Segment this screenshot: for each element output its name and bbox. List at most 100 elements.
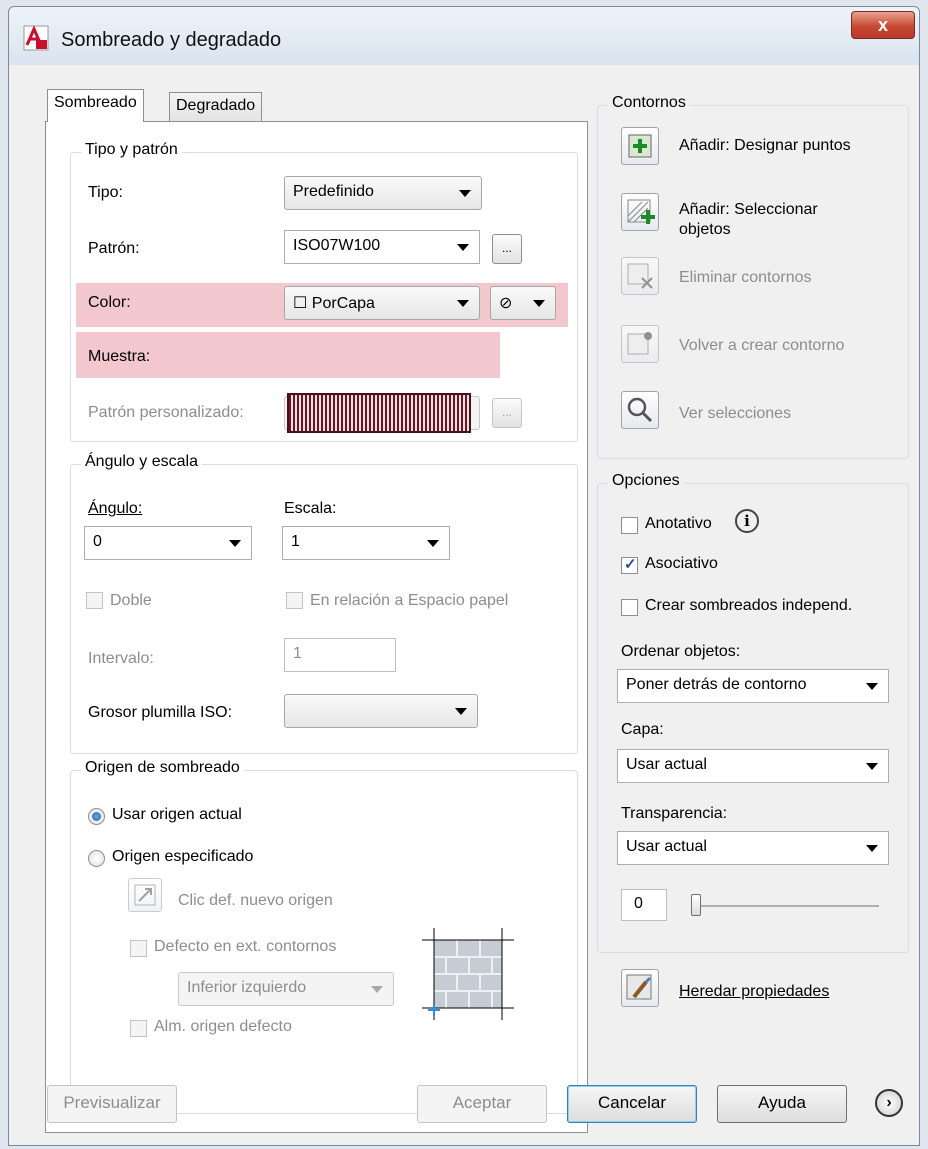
- asociativo-checkbox[interactable]: ✓: [621, 556, 638, 574]
- add-select-objects-glyph: [627, 199, 655, 224]
- recreate-boundary-label[interactable]: Volver a crear contorno: [679, 337, 844, 355]
- capa-label: Capa:: [621, 721, 664, 738]
- paintbrush-glyph: [626, 974, 652, 1000]
- window-title: Sombreado y degradado: [61, 29, 282, 51]
- ordenar-objetos-value: Poner detrás de contorno: [626, 676, 807, 693]
- angulo-label: Ángulo:: [88, 500, 143, 517]
- escala-value: 1: [291, 533, 300, 550]
- defecto-contornos-label: Defecto en ext. contornos: [154, 938, 337, 955]
- tipo-value: Predefinido: [293, 183, 374, 200]
- group-opciones: Opciones: [597, 472, 909, 953]
- tab-degradado[interactable]: Degradado: [169, 92, 263, 122]
- patron-dropdown[interactable]: ISO07W100: [284, 230, 480, 264]
- pattern-sample-swatch[interactable]: [287, 393, 471, 433]
- view-selections-label[interactable]: Ver selecciones: [679, 405, 791, 423]
- cancelar-button[interactable]: Cancelar: [567, 1085, 697, 1123]
- background-color-dropdown[interactable]: ⊘: [490, 286, 556, 320]
- view-selections-icon[interactable]: [621, 391, 659, 429]
- color-label: Color:: [88, 294, 131, 311]
- expand-options-icon[interactable]: ›: [875, 1089, 903, 1117]
- posicion-origen-value: Inferior izquierdo: [187, 979, 307, 996]
- color-value: PorCapa: [311, 295, 375, 312]
- ordenar-objetos-dropdown[interactable]: Poner detrás de contorno: [617, 669, 889, 703]
- add-select-objects-label[interactable]: Añadir: Seleccionar: [679, 201, 818, 219]
- group-label: Opciones: [608, 472, 684, 490]
- intervalo-input[interactable]: 1: [284, 638, 396, 672]
- add-select-objects-label-line2[interactable]: objetos: [679, 221, 731, 239]
- espacio-papel-checkbox[interactable]: [286, 592, 303, 609]
- usar-origen-actual-radio[interactable]: [88, 808, 105, 825]
- transparencia-label: Transparencia:: [621, 805, 728, 822]
- add-pick-points-glyph: [628, 134, 652, 158]
- asociativo-label: Asociativo: [645, 555, 718, 572]
- crear-independ-checkbox[interactable]: [621, 599, 638, 616]
- remove-boundaries-label[interactable]: Eliminar contornos: [679, 269, 812, 287]
- chevron-down-icon: [229, 540, 241, 547]
- color-swatch-icon: ☐: [293, 295, 308, 312]
- defecto-contornos-checkbox[interactable]: [130, 940, 147, 957]
- inherit-properties-icon[interactable]: [621, 969, 659, 1007]
- patron-browse-button[interactable]: ...: [492, 234, 522, 264]
- tipo-dropdown[interactable]: Predefinido: [284, 176, 482, 210]
- chevron-down-icon: [427, 540, 439, 547]
- remove-boundaries-icon[interactable]: [621, 257, 659, 295]
- set-origin-glyph: [134, 884, 156, 906]
- transparencia-level-input[interactable]: 0: [621, 889, 667, 921]
- angulo-dropdown[interactable]: 0: [84, 526, 252, 560]
- escala-dropdown[interactable]: 1: [282, 526, 450, 560]
- chevron-down-icon: [459, 190, 471, 197]
- alm-origen-checkbox[interactable]: [130, 1020, 147, 1037]
- previsualizar-button[interactable]: Previsualizar: [47, 1085, 177, 1123]
- tab-panel-sombreado: Tipo y patrón Tipo: Predefinido Patrón: …: [45, 121, 588, 1133]
- info-icon[interactable]: i: [735, 509, 759, 533]
- add-select-objects-icon[interactable]: [621, 193, 659, 231]
- add-pick-points-icon[interactable]: [621, 127, 659, 165]
- chevron-down-icon: [371, 986, 383, 993]
- ordenar-objetos-label: Ordenar objetos:: [621, 643, 741, 660]
- remove-boundaries-glyph: [627, 263, 653, 289]
- chevron-down-icon: [533, 300, 545, 307]
- intervalo-label: Intervalo:: [88, 650, 154, 667]
- anotativo-checkbox[interactable]: [621, 517, 638, 534]
- usar-origen-actual-label: Usar origen actual: [112, 806, 242, 823]
- magnifier-glyph: [627, 397, 653, 423]
- transparencia-slider-track[interactable]: [699, 905, 879, 907]
- chevron-down-icon: [455, 708, 467, 715]
- recreate-boundary-glyph: [627, 332, 652, 355]
- capa-value: Usar actual: [626, 756, 707, 773]
- close-button[interactable]: x: [851, 11, 915, 39]
- chevron-down-icon: [866, 683, 878, 690]
- transparencia-value: Usar actual: [626, 838, 707, 855]
- ayuda-button[interactable]: Ayuda: [717, 1085, 847, 1123]
- patron-label: Patrón:: [88, 240, 140, 257]
- posicion-origen-dropdown[interactable]: Inferior izquierdo: [178, 972, 394, 1006]
- aceptar-button[interactable]: Aceptar: [417, 1085, 547, 1123]
- autocad-app-icon: [23, 25, 49, 51]
- patron-personalizado-browse-button[interactable]: ...: [492, 398, 522, 428]
- group-label: Origen de sombreado: [81, 759, 244, 777]
- color-dropdown[interactable]: ☐ PorCapa: [284, 286, 480, 320]
- escala-label: Escala:: [284, 500, 337, 517]
- group-label: Tipo y patrón: [81, 141, 182, 159]
- alm-origen-label: Alm. origen defecto: [154, 1018, 292, 1035]
- crear-independ-label: Crear sombreados independ.: [645, 597, 853, 614]
- doble-checkbox[interactable]: [86, 592, 103, 609]
- set-origin-icon[interactable]: [128, 878, 162, 912]
- chevron-down-icon: [457, 300, 469, 307]
- title-bar: Sombreado y degradado x: [9, 7, 919, 65]
- clic-nuevo-origen-label: Clic def. nuevo origen: [178, 892, 333, 909]
- add-pick-points-label[interactable]: Añadir: Designar puntos: [679, 137, 851, 155]
- origen-especificado-radio[interactable]: [88, 850, 105, 867]
- chevron-down-icon: [866, 763, 878, 770]
- anotativo-label: Anotativo: [645, 515, 712, 532]
- recreate-boundary-icon[interactable]: [621, 325, 659, 363]
- transparencia-dropdown[interactable]: Usar actual: [617, 831, 889, 865]
- capa-dropdown[interactable]: Usar actual: [617, 749, 889, 783]
- inherit-properties-label[interactable]: Heredar propiedades: [679, 983, 829, 1001]
- checkmark-icon: ✓: [624, 556, 637, 573]
- tab-sombreado[interactable]: Sombreado: [47, 89, 144, 122]
- grosor-plumilla-dropdown[interactable]: [284, 694, 478, 728]
- group-label: Ángulo y escala: [81, 453, 202, 471]
- transparencia-slider-thumb[interactable]: [691, 894, 701, 916]
- chevron-down-icon: [457, 244, 469, 251]
